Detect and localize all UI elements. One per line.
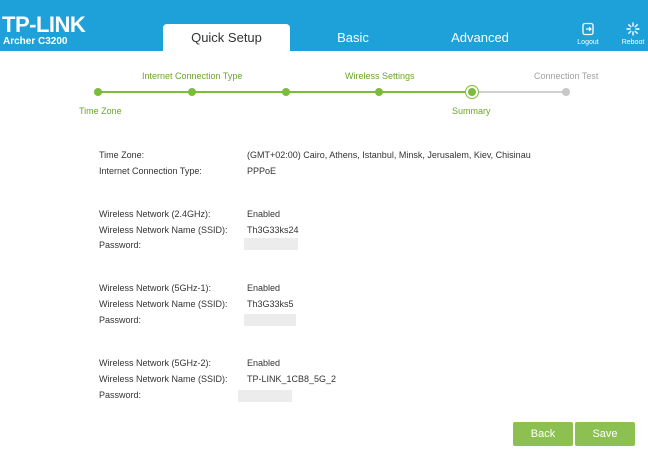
connection-type-label: Internet Connection Type: — [99, 166, 202, 176]
tab-basic[interactable]: Basic — [313, 24, 393, 51]
step-label-internet-connection-type: Internet Connection Type — [142, 71, 243, 81]
logout-button[interactable]: Logout — [571, 22, 605, 47]
step-dot-intermediate — [282, 88, 290, 96]
reboot-label: Reboot — [621, 39, 645, 46]
wifi24-password-redacted — [244, 238, 298, 250]
top-header: TP-LINK Archer C3200 Quick Setup Basic A… — [0, 0, 648, 51]
logout-icon — [582, 22, 594, 36]
reboot-button[interactable]: Reboot — [616, 22, 648, 47]
wifi24-network-value: Enabled — [247, 209, 281, 219]
save-button[interactable]: Save — [575, 422, 635, 446]
step-dot-summary — [466, 86, 478, 98]
brand-logo: TP-LINK — [2, 12, 86, 37]
step-dot-internet-connection-type — [188, 88, 196, 96]
step-dot-time-zone — [94, 88, 102, 96]
wifi5-2-ssid-label: Wireless Network Name (SSID): — [99, 374, 228, 384]
wifi5-1-password-label: Password: — [99, 315, 142, 325]
connection-type-value: PPPoE — [247, 166, 277, 176]
step-dot-connection-test — [562, 88, 570, 96]
time-zone-label: Time Zone: — [99, 150, 145, 160]
wifi24-password-label: Password: — [99, 240, 142, 250]
progress-track-pending — [472, 91, 566, 93]
back-button[interactable]: Back — [513, 422, 573, 446]
wifi5-2-network-label: Wireless Network (5GHz-2): — [99, 358, 212, 368]
step-label-connection-test: Connection Test — [534, 71, 599, 81]
step-label-time-zone: Time Zone — [79, 106, 122, 116]
step-label-wireless-settings: Wireless Settings — [345, 71, 415, 81]
wifi5-1-password-redacted — [244, 314, 296, 326]
model-name: Archer C3200 — [3, 36, 68, 47]
wifi5-1-ssid-label: Wireless Network Name (SSID): — [99, 299, 228, 309]
step-dot-wireless-settings — [375, 88, 383, 96]
logout-label: Logout — [577, 39, 599, 46]
step-label-summary: Summary — [452, 106, 491, 116]
tab-quick-setup[interactable]: Quick Setup — [163, 24, 290, 51]
wifi24-network-label: Wireless Network (2.4GHz): — [99, 209, 211, 219]
wifi5-2-password-redacted — [238, 390, 292, 402]
tab-advanced[interactable]: Advanced — [435, 24, 525, 51]
wifi24-ssid-label: Wireless Network Name (SSID): — [99, 225, 228, 235]
time-zone-value: (GMT+02:00) Cairo, Athens, Istanbul, Min… — [247, 150, 531, 160]
wifi5-1-network-label: Wireless Network (5GHz-1): — [99, 283, 212, 293]
wifi5-2-ssid-value: TP-LINK_1CB8_5G_2 — [247, 374, 337, 384]
wifi5-1-network-value: Enabled — [247, 283, 281, 293]
wifi5-1-ssid-value: Th3G33ks5 — [247, 299, 294, 309]
wifi5-2-network-value: Enabled — [247, 358, 281, 368]
wifi5-2-password-label: Password: — [99, 390, 142, 400]
reboot-icon — [626, 22, 640, 36]
wifi24-ssid-value: Th3G33ks24 — [247, 225, 299, 235]
